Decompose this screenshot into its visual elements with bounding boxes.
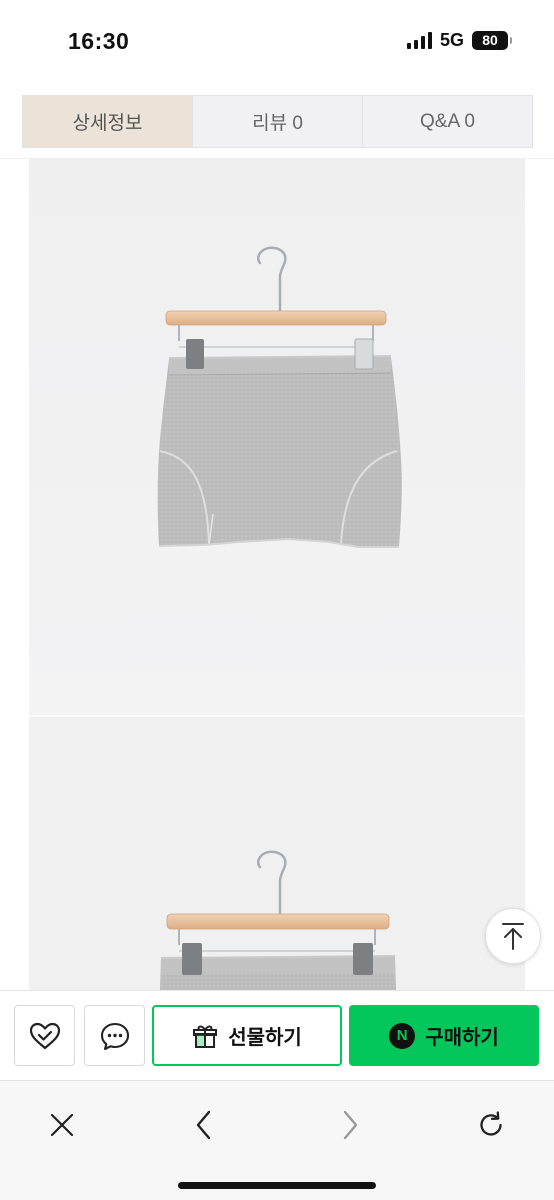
forward-button[interactable]	[328, 1103, 372, 1147]
tab-reviews[interactable]: 리뷰 0	[192, 96, 362, 147]
chevron-left-icon	[196, 1110, 211, 1140]
product-detail-images	[29, 159, 525, 990]
network-type: 5G	[439, 30, 464, 50]
wishlist-button[interactable]	[14, 1005, 75, 1066]
home-indicator	[178, 1182, 376, 1189]
product-tabs: 상세정보 리뷰 0 Q&A 0	[22, 95, 533, 148]
skirt-on-hanger-illustration	[29, 159, 525, 715]
chat-bubble-icon	[100, 1022, 129, 1050]
heart-check-icon	[29, 1022, 60, 1049]
cellular-signal-icon	[406, 32, 432, 49]
chevron-right-icon	[343, 1110, 358, 1140]
arrow-up-icon	[502, 923, 524, 950]
tab-detail-info[interactable]: 상세정보	[23, 96, 192, 147]
close-icon	[50, 1113, 74, 1137]
status-time: 16:30	[68, 28, 130, 54]
gift-box-icon	[193, 1025, 218, 1048]
gift-button[interactable]: 선물하기	[152, 1005, 342, 1066]
buy-button[interactable]: N 구매하기	[349, 1005, 539, 1066]
status-bar: 16:30 5G 80	[0, 0, 554, 84]
back-button[interactable]	[182, 1103, 226, 1147]
reload-icon	[480, 1111, 502, 1136]
purchase-action-bar: 선물하기 N 구매하기	[0, 990, 554, 1080]
naver-pay-badge: N	[389, 1022, 416, 1049]
tab-qna[interactable]: Q&A 0	[362, 96, 532, 147]
scroll-to-top-button[interactable]	[485, 908, 541, 964]
status-indicators: 5G 80	[406, 30, 512, 51]
reload-button[interactable]	[469, 1103, 513, 1147]
product-image	[29, 717, 525, 990]
chat-inquiry-button[interactable]	[84, 1005, 145, 1066]
buy-button-label: 구매하기	[425, 1027, 499, 1049]
browser-toolbar	[0, 1080, 554, 1200]
skirt-on-hanger-illustration	[29, 717, 525, 990]
gift-button-label: 선물하기	[228, 1027, 302, 1049]
battery-icon: 80	[472, 31, 512, 50]
product-image	[29, 159, 525, 715]
close-button[interactable]	[40, 1103, 84, 1147]
